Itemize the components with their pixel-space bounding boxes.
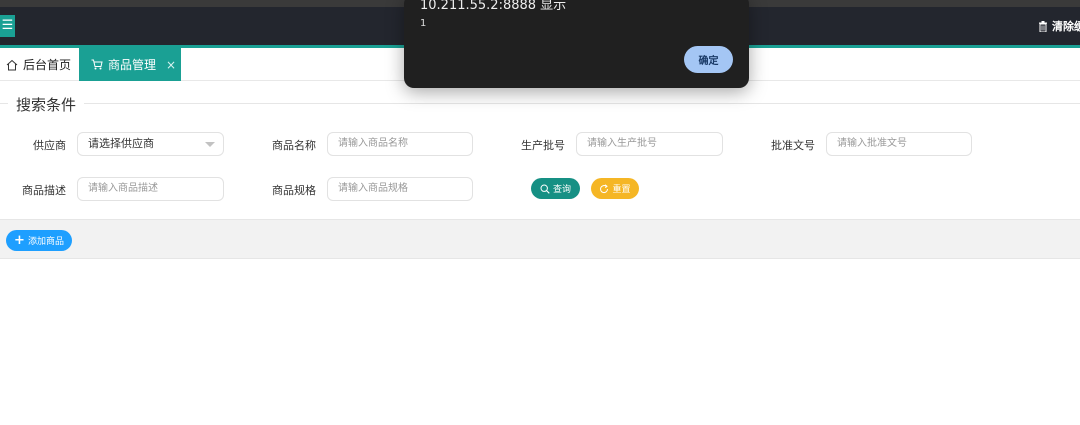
desc-input[interactable]: 请输入商品描述 bbox=[77, 177, 224, 201]
search-icon bbox=[540, 183, 550, 194]
spec-input[interactable]: 请输入商品规格 bbox=[327, 177, 473, 201]
tab-goods-label: 商品管理 bbox=[108, 58, 157, 72]
search-fieldset-border bbox=[0, 103, 1080, 104]
name-input[interactable]: 请输入商品名称 bbox=[327, 132, 473, 156]
search-legend: 搜索条件 bbox=[8, 94, 85, 115]
dialog-message: 1 bbox=[420, 18, 427, 29]
table-toolbar: + 添加商品 bbox=[0, 219, 1080, 259]
home-icon bbox=[6, 59, 18, 70]
refresh-icon bbox=[600, 183, 609, 193]
chevron-down-icon bbox=[205, 142, 215, 147]
cart-icon bbox=[91, 59, 103, 70]
tab-goods-management[interactable]: 商品管理 × bbox=[79, 48, 181, 81]
alert-dialog: 10.211.55.2:8888 显示 1 确定 bbox=[404, 0, 749, 88]
trash-icon bbox=[1039, 20, 1047, 32]
desc-label: 商品描述 bbox=[22, 184, 66, 197]
batch-label: 生产批号 bbox=[521, 139, 565, 152]
spec-label: 商品规格 bbox=[272, 184, 316, 197]
batch-input[interactable]: 请输入生产批号 bbox=[576, 132, 723, 156]
plus-icon: + bbox=[14, 233, 25, 248]
add-product-label: 添加商品 bbox=[27, 237, 64, 247]
search-button-label: 查询 bbox=[552, 185, 571, 195]
reset-button[interactable]: 重置 bbox=[591, 178, 639, 199]
supplier-label: 供应商 bbox=[33, 139, 66, 152]
dialog-title: 10.211.55.2:8888 显示 bbox=[420, 0, 567, 13]
approval-input[interactable]: 请输入批准文号 bbox=[826, 132, 972, 156]
supplier-select[interactable]: 请选择供应商 bbox=[77, 132, 224, 156]
search-button[interactable]: 查询 bbox=[531, 178, 580, 199]
hamburger-icon[interactable]: ☰ bbox=[0, 15, 15, 37]
clear-cache-label: 清除缓 bbox=[1052, 20, 1080, 33]
supplier-select-value: 请选择供应商 bbox=[88, 137, 154, 150]
tab-home-label: 后台首页 bbox=[23, 58, 72, 72]
approval-label: 批准文号 bbox=[771, 139, 815, 152]
clear-cache-button[interactable]: 清除缓 bbox=[1038, 18, 1080, 34]
name-label: 商品名称 bbox=[272, 139, 316, 152]
add-product-button[interactable]: + 添加商品 bbox=[6, 230, 72, 251]
reset-button-label: 重置 bbox=[612, 185, 631, 195]
tab-home[interactable]: 后台首页 bbox=[0, 48, 79, 81]
dialog-ok-button[interactable]: 确定 bbox=[684, 46, 733, 73]
close-icon[interactable]: × bbox=[166, 58, 176, 72]
